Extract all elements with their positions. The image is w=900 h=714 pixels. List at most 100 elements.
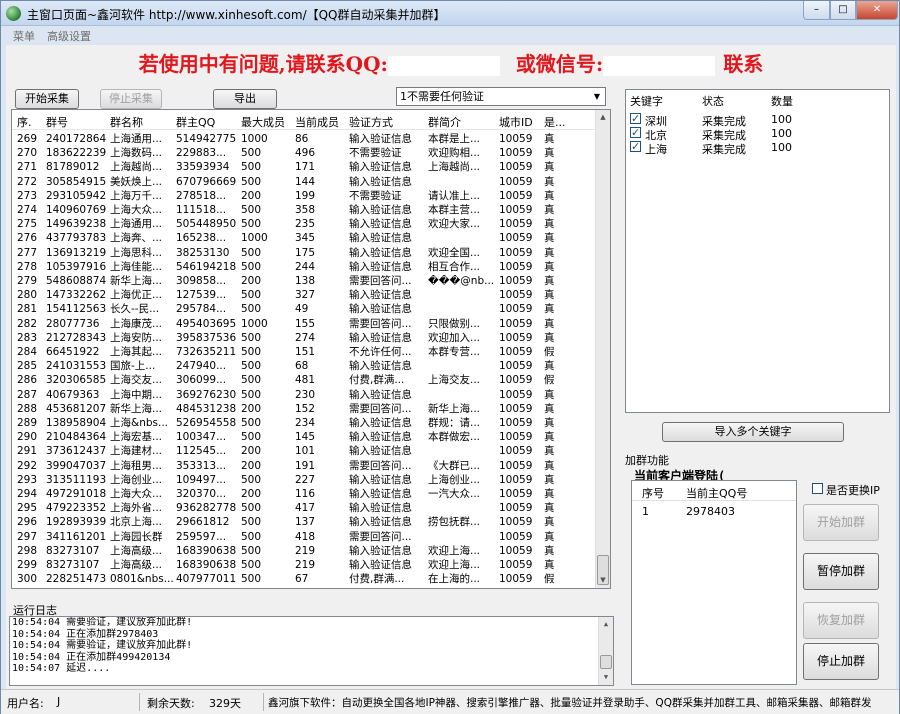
qq-account-list[interactable]: 序号 当前主QQ号 1 2978403 xyxy=(631,480,797,685)
log-scroll-thumb[interactable] xyxy=(600,655,612,669)
table-row[interactable]: 299 83273107 上海高级... 168390638 500 219 输入验证信息 欢… xyxy=(12,558,597,572)
table-header-cell[interactable]: 最大成员 xyxy=(241,114,293,130)
table-cell: 输入验证信息 xyxy=(349,473,412,486)
table-row[interactable]: 297 341161201 上海园长群 259597... 500 418 需要回答问...… xyxy=(12,530,597,544)
table-header-cell[interactable]: 群简介 xyxy=(428,114,498,130)
app-globe-icon xyxy=(6,6,21,21)
table-cell: 38253130 xyxy=(176,246,230,259)
maximize-button[interactable]: □ xyxy=(830,1,856,20)
table-header-cell[interactable]: 验证方式 xyxy=(349,114,427,130)
close-button[interactable]: ✕ xyxy=(856,1,898,20)
table-row[interactable]: 276 437793783 上海奔、... 165238... 1000 345 输入验证信… xyxy=(12,231,597,245)
table-row[interactable]: 280 147332262 上海优正... 127539... 500 327 输入验证信息… xyxy=(12,288,597,302)
table-header-cell[interactable]: 群号 xyxy=(46,114,108,130)
keyword-row[interactable]: ✓ 上海 采集完成 100 xyxy=(626,140,886,156)
scroll-down-icon[interactable]: ▼ xyxy=(596,573,610,588)
table-row[interactable]: 296 192893939 北京上海... 29661812 500 137 输入验证信息 捞… xyxy=(12,515,597,529)
menu-item-menu[interactable]: 菜单 xyxy=(13,28,35,44)
table-cell: 269 xyxy=(17,133,38,145)
table-row[interactable]: 271 81789012 上海越尚... 33593934 500 171 输入验证信息 上海… xyxy=(12,160,597,174)
import-keywords-button[interactable]: 导入多个关键字 xyxy=(662,422,844,442)
table-row[interactable]: 272 305854915 美妖焕上... 670796669 500 144 输入验证信息… xyxy=(12,175,597,189)
table-cell: 500 xyxy=(241,473,262,486)
table-row[interactable]: 294 497291018 上海大众... 320370... 200 116 输入验证信息… xyxy=(12,487,597,501)
table-header-cell[interactable]: 当前成员 xyxy=(295,114,347,130)
table-cell: 真 xyxy=(544,488,555,500)
table-header-cell[interactable]: 是... xyxy=(544,114,584,130)
table-row[interactable]: 290 210484364 上海宏基... 100347... 500 145 输入验证信息… xyxy=(12,430,597,444)
table-cell: 154112563 xyxy=(46,303,107,316)
keyword-checkbox[interactable]: ✓ xyxy=(630,127,641,138)
table-row[interactable]: 286 320306585 上海交友... 306099... 500 481 付费,群满.… xyxy=(12,373,597,387)
table-row[interactable]: 295 479223352 上海外省... 936282778 500 417 输入验证信息… xyxy=(12,501,597,515)
status-ad-text: 鑫河旗下软件：自动更换全国各地IP神器、搜索引擎推广器、批量验证并登录助手、QQ… xyxy=(268,697,872,709)
table-row[interactable]: 283 212728343 上海安防... 395837536 500 274 输入验证信息… xyxy=(12,331,597,345)
chevron-down-icon[interactable]: ▼ xyxy=(589,88,605,105)
resume-join-button[interactable]: 恢复加群 xyxy=(803,602,879,639)
table-cell: 真 xyxy=(544,275,555,287)
table-row[interactable]: 291 373612437 上海建材... 112545... 200 101 输入验证信息… xyxy=(12,444,597,458)
table-cell: 1000 xyxy=(241,317,268,330)
table-header-cell[interactable]: 序. xyxy=(17,114,45,130)
table-cell: 299 xyxy=(17,559,38,571)
stop-collect-button[interactable]: 停止采集 xyxy=(100,89,162,109)
table-header-cell[interactable]: 城市ID xyxy=(499,114,543,130)
table-row[interactable]: 270 183622239 上海数码... 229883... 500 496 不需要验证 欢… xyxy=(12,146,597,160)
table-cell: 10059 xyxy=(499,530,533,543)
change-ip-checkbox[interactable] xyxy=(812,483,823,494)
table-row[interactable]: 282 28077736 上海康茂... 495403695 1000 155 需要回答问.… xyxy=(12,317,597,331)
table-cell: 10059 xyxy=(499,502,533,515)
menu-item-advanced-settings[interactable]: 高级设置 xyxy=(47,28,91,44)
table-row[interactable]: 274 140960769 上海大众... 111518... 500 358 输入验证信息… xyxy=(12,203,597,217)
keyword-checkbox[interactable]: ✓ xyxy=(630,141,641,152)
table-cell: 上海佳能... xyxy=(110,260,163,273)
start-join-button[interactable]: 开始加群 xyxy=(803,504,879,541)
table-row[interactable]: 281 154112563 长久--民... 295784... 500 49 输入验证信息… xyxy=(12,302,597,316)
log-vertical-scrollbar[interactable]: ▲ ▼ xyxy=(598,617,613,685)
table-header-cell[interactable]: 群主QQ xyxy=(176,114,240,130)
table-cell: 输入验证信息 xyxy=(349,559,412,571)
keyword-row[interactable]: ✓ 北京 采集完成 100 xyxy=(626,126,886,142)
table-row[interactable]: 269 240172864 上海通用... 514942775 1000 86 输入验证信息… xyxy=(12,132,597,146)
start-collect-button[interactable]: 开始采集 xyxy=(15,89,79,109)
table-row[interactable]: 273 293105942 上海万千... 278518... 200 199 不需要验证 请… xyxy=(12,189,597,203)
export-button[interactable]: 导出 xyxy=(213,89,277,109)
pause-join-button[interactable]: 暂停加群 xyxy=(803,553,879,590)
table-row[interactable]: 289 138958904 上海&nbs... 526954558 500 234 输入验证… xyxy=(12,416,597,430)
scroll-up-icon[interactable]: ▲ xyxy=(596,110,610,125)
verify-mode-select[interactable]: 1不需要任何验证 ▼ xyxy=(396,87,606,106)
table-row[interactable]: 288 453681207 新华上海... 484531238 200 152 需要回答问.… xyxy=(12,402,597,416)
table-cell: 10059 xyxy=(499,346,533,358)
table-row[interactable]: 298 83273107 上海高级... 168390638 500 219 输入验证信息 欢… xyxy=(12,544,597,558)
keyword-list[interactable]: 关键字 状态 数量 ✓ 深圳 采集完成 100 ✓ 北京 采集完成 100 ✓ 上海 采集完成 100 xyxy=(625,89,890,413)
table-cell: 278518... xyxy=(176,189,227,202)
table-row[interactable]: 293 313511193 上海创业... 109497... 500 227 输入验证信息… xyxy=(12,473,597,487)
group-results-table[interactable]: 序. 群号 群名称 群主QQ 最大成员 当前成员 验证方式 群简介 城市ID 是... 269 24… xyxy=(11,109,611,589)
table-cell: 上海康茂... xyxy=(110,317,163,330)
table-cell: 10059 xyxy=(499,559,533,571)
table-cell: 274 xyxy=(17,204,38,216)
keyword-row[interactable]: ✓ 深圳 采集完成 100 xyxy=(626,112,886,128)
table-row[interactable]: 277 136913219 上海思科... 38253130 500 175 输入验证信息 欢… xyxy=(12,246,597,260)
table-row[interactable]: 279 548608874 新华上海... 309858... 200 138 需要回答问.… xyxy=(12,274,597,288)
table-row[interactable]: 278 105397916 上海佳能... 546194218 500 244 输入验证信息… xyxy=(12,260,597,274)
table-cell: 116 xyxy=(295,488,316,500)
table-row[interactable]: 275 149639238 上海通用... 505448950 500 235 输入验证信息… xyxy=(12,217,597,231)
table-cell: 真 xyxy=(544,402,555,415)
table-header-cell[interactable]: 群名称 xyxy=(110,114,174,130)
log-box[interactable]: 10:54:04 需要验证，建议放弃加此群! 10:54:04 正在添加群2978… xyxy=(9,616,614,686)
keyword-checkbox[interactable]: ✓ xyxy=(630,113,641,124)
table-row[interactable]: 285 241031553 国旅-上... 247940... 500 68 输入验证信息 1… xyxy=(12,359,597,373)
stop-join-button[interactable]: 停止加群 xyxy=(803,643,879,680)
table-vertical-scrollbar[interactable]: ▲ ▼ xyxy=(595,110,610,588)
table-row[interactable]: 300 228251473 0801&nbs... 407977011 500 67 付费,… xyxy=(12,572,597,586)
table-cell: 不允许任何... xyxy=(349,346,412,358)
table-cell: 86 xyxy=(295,133,309,145)
table-row[interactable]: 287 40679363 上海中期... 369276230 500 230 输入验证信息 1… xyxy=(12,388,597,402)
table-row[interactable]: 292 399047037 上海租男... 353313... 200 191 需要回答问.… xyxy=(12,459,597,473)
table-row[interactable]: 284 66451922 上海其起... 732635211 500 151 不允许任何..… xyxy=(12,345,597,359)
log-scroll-up-icon[interactable]: ▲ xyxy=(599,617,613,632)
table-cell: 280 xyxy=(17,289,38,302)
log-scroll-down-icon[interactable]: ▼ xyxy=(599,670,613,685)
minimize-button[interactable]: – xyxy=(803,1,830,20)
